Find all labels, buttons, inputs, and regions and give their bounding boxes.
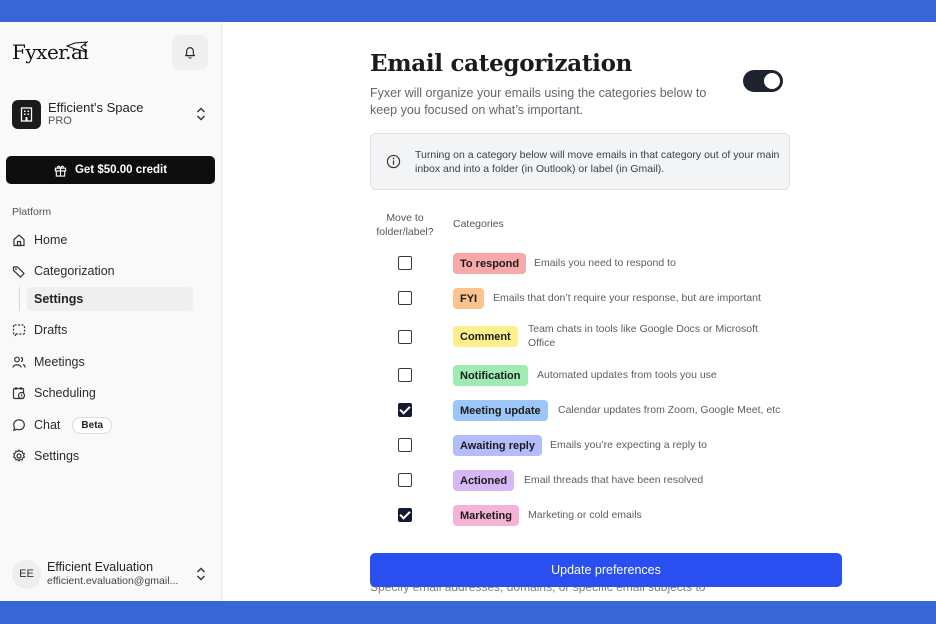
gift-icon bbox=[54, 165, 67, 177]
category-description: Calendar updates from Zoom, Google Meet,… bbox=[558, 404, 781, 416]
window-bottom-bar bbox=[0, 601, 936, 624]
calendar-clock-icon bbox=[12, 386, 26, 400]
category-tag: Comment bbox=[453, 326, 518, 347]
sidebar-item-drafts[interactable]: Drafts bbox=[12, 319, 67, 341]
workspace-switcher[interactable]: Efficient's Space PRO bbox=[12, 99, 212, 129]
category-row: Awaiting reply Emails you’re expecting a… bbox=[370, 431, 810, 461]
sidebar-subitem-settings[interactable]: Settings bbox=[27, 287, 193, 311]
page-title: Email categorization bbox=[370, 50, 633, 77]
chat-bubble-icon bbox=[12, 418, 26, 432]
move-checkbox[interactable] bbox=[398, 330, 412, 344]
category-row: To respond Emails you need to respond to bbox=[370, 249, 810, 279]
category-description: Marketing or cold emails bbox=[528, 509, 642, 521]
sidebar-item-categorization[interactable]: Categorization bbox=[12, 260, 115, 282]
category-tag: Notification bbox=[453, 365, 528, 386]
sidebar-item-label: Home bbox=[34, 233, 68, 247]
sidebar-item-label: Categorization bbox=[34, 264, 115, 278]
get-credit-button[interactable]: Get $50.00 credit bbox=[6, 156, 215, 184]
sidebar: Fyxer.ai Efficient's Space PRO Get $50.0… bbox=[0, 22, 222, 601]
logo-flag-icon bbox=[66, 41, 88, 53]
workspace-name: Efficient's Space bbox=[48, 100, 144, 115]
user-account-switcher[interactable]: EE Efficient Evaluation efficient.evalua… bbox=[12, 559, 212, 589]
category-tag: Marketing bbox=[453, 505, 519, 526]
move-checkbox[interactable] bbox=[398, 473, 412, 487]
notifications-button[interactable] bbox=[172, 35, 208, 70]
category-description: Automated updates from tools you use bbox=[537, 369, 717, 381]
sidebar-item-settings[interactable]: Settings bbox=[12, 445, 79, 467]
sidebar-item-meetings[interactable]: Meetings bbox=[12, 351, 85, 373]
move-checkbox[interactable] bbox=[398, 256, 412, 270]
categorization-toggle[interactable] bbox=[743, 70, 783, 92]
category-description: Team chats in tools like Google Docs or … bbox=[528, 323, 758, 349]
category-row: Marketing Marketing or cold emails bbox=[370, 501, 810, 531]
window-top-bar bbox=[0, 0, 936, 22]
category-row: FYI Emails that don’t require your respo… bbox=[370, 284, 810, 314]
sidebar-item-home[interactable]: Home bbox=[12, 229, 67, 251]
building-icon bbox=[12, 99, 41, 129]
move-checkbox[interactable] bbox=[398, 291, 412, 305]
move-checkbox[interactable] bbox=[398, 368, 412, 382]
category-tag: To respond bbox=[453, 253, 527, 274]
user-email: efficient.evaluation@gmail... bbox=[47, 575, 179, 587]
category-tag: Actioned bbox=[453, 470, 515, 491]
sidebar-item-label: Scheduling bbox=[34, 386, 96, 400]
section-label: Platform bbox=[12, 206, 52, 218]
update-preferences-button[interactable]: Update preferences bbox=[370, 553, 842, 587]
category-description: Emails that don’t require your response,… bbox=[493, 292, 761, 304]
category-description: Emails you’re expecting a reply to bbox=[550, 439, 707, 451]
main-content: Email categorization Fyxer will organize… bbox=[222, 22, 936, 601]
beta-badge: Beta bbox=[72, 416, 113, 434]
sidebar-item-label: Meetings bbox=[34, 355, 85, 369]
workspace-plan: PRO bbox=[48, 115, 72, 127]
info-banner: Turning on a category below will move em… bbox=[370, 133, 790, 190]
chevron-up-down-icon bbox=[197, 567, 205, 581]
sidebar-item-label: Drafts bbox=[34, 323, 68, 337]
sidebar-item-scheduling[interactable]: Scheduling bbox=[12, 382, 96, 404]
column-header-categories: Categories bbox=[453, 218, 504, 230]
page-description: Fyxer will organize your emails using th… bbox=[370, 86, 707, 117]
category-row: Actioned Email threads that have been re… bbox=[370, 466, 810, 496]
tag-icon bbox=[12, 264, 26, 278]
gear-icon bbox=[12, 449, 26, 463]
info-icon bbox=[386, 154, 401, 169]
category-tag: Awaiting reply bbox=[453, 435, 542, 456]
drafts-icon bbox=[12, 323, 26, 337]
move-checkbox[interactable] bbox=[398, 508, 412, 522]
credit-button-label: Get $50.00 credit bbox=[74, 164, 168, 176]
avatar: EE bbox=[12, 559, 41, 589]
column-header-move: Move to folder/label? bbox=[376, 212, 434, 238]
category-row: Notification Automated updates from tool… bbox=[370, 361, 810, 391]
sidebar-item-chat[interactable]: Chat Beta bbox=[12, 414, 113, 436]
sub-nav-line bbox=[19, 287, 20, 311]
category-tag: Meeting update bbox=[453, 400, 548, 421]
home-icon bbox=[12, 233, 26, 247]
chevron-up-down-icon bbox=[197, 107, 205, 121]
bell-icon bbox=[185, 46, 195, 59]
sidebar-item-label: Chat bbox=[34, 418, 61, 432]
category-description: Email threads that have been resolved bbox=[524, 474, 704, 486]
sidebar-item-label: Settings bbox=[34, 449, 80, 463]
move-checkbox[interactable] bbox=[398, 438, 412, 452]
info-text: Turning on a category below will move em… bbox=[415, 149, 780, 175]
category-description: Emails you need to respond to bbox=[534, 257, 676, 269]
category-row: Meeting update Calendar updates from Zoo… bbox=[370, 396, 810, 426]
people-icon bbox=[12, 355, 26, 369]
user-name: Efficient Evaluation bbox=[47, 560, 154, 574]
move-checkbox[interactable] bbox=[398, 403, 412, 417]
category-tag: FYI bbox=[453, 288, 485, 309]
category-row: Comment Team chats in tools like Google … bbox=[370, 322, 810, 352]
